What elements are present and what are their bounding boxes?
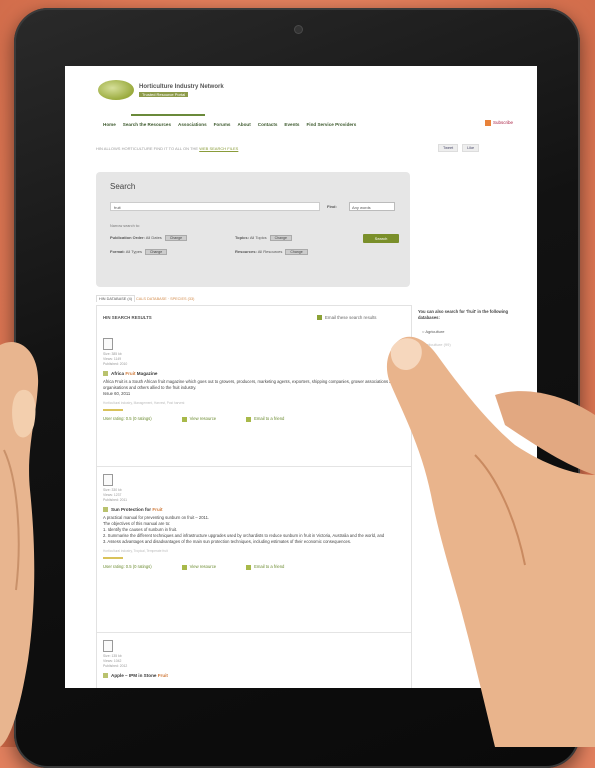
find-label: Find: xyxy=(327,204,337,209)
rating-bar xyxy=(103,409,123,412)
search-panel: Search fruit Find: Any words Narrow sear… xyxy=(96,172,410,287)
divider xyxy=(97,632,411,633)
filter-publication: Publication Order: All Dates Change xyxy=(110,235,188,241)
view-resource-button[interactable]: View resource xyxy=(181,416,216,422)
database-tabs: HIN DATABASE (4) CALS DATABASE · SPECIES… xyxy=(96,295,194,302)
item-description: Africa Fruit is a South African fruit ma… xyxy=(103,379,396,397)
bullet-icon xyxy=(103,673,108,679)
document-icon xyxy=(103,474,113,486)
search-button[interactable]: Search xyxy=(363,234,399,243)
sidebar-note: You can also search for 'fruit' in the f… xyxy=(418,309,509,320)
item-title[interactable]: Sun Protection for Fruit xyxy=(103,507,403,513)
email-icon xyxy=(317,315,322,321)
nav-item-about[interactable]: About xyxy=(237,122,250,127)
view-resource-button[interactable]: View resource xyxy=(181,564,216,570)
filter-format: Format: All Types Change xyxy=(110,249,168,255)
item-meta: Size: 135 kb Views: 1042 Published: 2012 xyxy=(103,654,128,668)
email-friend-button[interactable]: Email to a friend xyxy=(246,564,284,570)
like-button[interactable]: Like xyxy=(462,144,480,152)
right-hand xyxy=(386,336,595,747)
tab-other[interactable]: CALS DATABASE · SPECIES (33) xyxy=(136,297,194,301)
user-rating: User rating: 0.5 (0 ratings) xyxy=(103,564,152,570)
narrow-label: Narrow search to: xyxy=(110,224,140,228)
email-icon xyxy=(246,564,252,570)
item-description: A practical manual for preventing sunbur… xyxy=(103,515,385,545)
email-icon xyxy=(246,416,252,422)
site-logo-icon[interactable] xyxy=(98,80,134,100)
filter-resources: Resources: All Resources Change xyxy=(235,249,308,255)
nav-item-forums[interactable]: Forums xyxy=(214,122,231,127)
search-panel-title: Search xyxy=(110,182,136,191)
item-actions: User rating: 0.5 (0 ratings) View resour… xyxy=(103,416,403,422)
tab-hin[interactable]: HIN DATABASE (4) xyxy=(96,295,135,302)
site-title: Horticulture Industry Network xyxy=(139,84,224,90)
item-meta: Size: 330 kb Views: 1237 Published: 2011 xyxy=(103,488,128,502)
item-tags: Horticultural industry, Management, Harv… xyxy=(103,401,185,406)
bullet-icon xyxy=(103,371,108,377)
email-friend-button[interactable]: Email to a friend xyxy=(246,416,284,422)
view-icon xyxy=(181,416,187,422)
document-icon xyxy=(103,338,113,350)
results-panel: HIN SEARCH RESULTS Email these search re… xyxy=(96,305,412,688)
nav-item-search[interactable]: Search the Resources xyxy=(123,122,171,127)
bullet-icon xyxy=(103,507,108,513)
find-select[interactable]: Any words xyxy=(349,202,395,211)
item-tags: Horticultural industry, Tropical, Temper… xyxy=(103,549,168,554)
top-info-link[interactable]: WEB SEARCH FILES xyxy=(199,146,238,151)
main-nav: Home Search the Resources Associations F… xyxy=(103,122,356,127)
rss-icon xyxy=(485,120,491,126)
change-button[interactable]: Change xyxy=(269,235,292,241)
top-info-line: HIN ALLOWS HORTICULTURE FIND IT TO ALL O… xyxy=(96,146,239,151)
item-meta: Size: 385 kb Views: 1149 Published: 2010 xyxy=(103,352,128,366)
rss-link[interactable]: Subscribe xyxy=(485,120,513,126)
item-title[interactable]: Africa Fruit Magazine xyxy=(103,371,403,377)
nav-item-home[interactable]: Home xyxy=(103,122,116,127)
tweet-button[interactable]: Tweet xyxy=(438,144,459,152)
share-buttons: Tweet Like xyxy=(438,144,480,152)
document-icon xyxy=(103,640,113,652)
divider xyxy=(97,466,411,467)
view-icon xyxy=(181,564,187,570)
list-item: Size: 385 kb Views: 1149 Published: 2010… xyxy=(103,338,403,422)
nav-item-contacts[interactable]: Contacts xyxy=(258,122,278,127)
list-item: Size: 135 kb Views: 1042 Published: 2012… xyxy=(103,640,403,679)
item-title[interactable]: Apple – IPM in Stone Fruit xyxy=(103,673,403,679)
nav-item-associations[interactable]: Associations xyxy=(178,122,207,127)
left-hand xyxy=(0,341,39,747)
results-heading: HIN SEARCH RESULTS xyxy=(103,315,152,320)
change-button[interactable]: Change xyxy=(164,235,188,241)
rating-bar xyxy=(103,557,123,560)
nav-item-providers[interactable]: Find Service Providers xyxy=(306,122,356,127)
user-rating: User rating: 0.5 (0 ratings) xyxy=(103,416,152,422)
filter-topics: Topics: All Topics Change xyxy=(235,235,292,241)
item-actions: User rating: 0.5 (0 ratings) View resour… xyxy=(103,564,403,570)
nav-item-events[interactable]: Events xyxy=(284,122,299,127)
change-button[interactable]: Change xyxy=(285,249,308,255)
nav-active-indicator xyxy=(131,114,205,116)
site-subtitle: Trusted Resource Portal xyxy=(139,92,189,97)
change-button[interactable]: Change xyxy=(144,249,168,255)
camera-icon xyxy=(295,26,302,33)
list-item: Size: 330 kb Views: 1237 Published: 2011… xyxy=(103,474,403,570)
search-input[interactable]: fruit xyxy=(110,202,320,211)
email-results-button[interactable]: Email these search results xyxy=(317,315,377,321)
